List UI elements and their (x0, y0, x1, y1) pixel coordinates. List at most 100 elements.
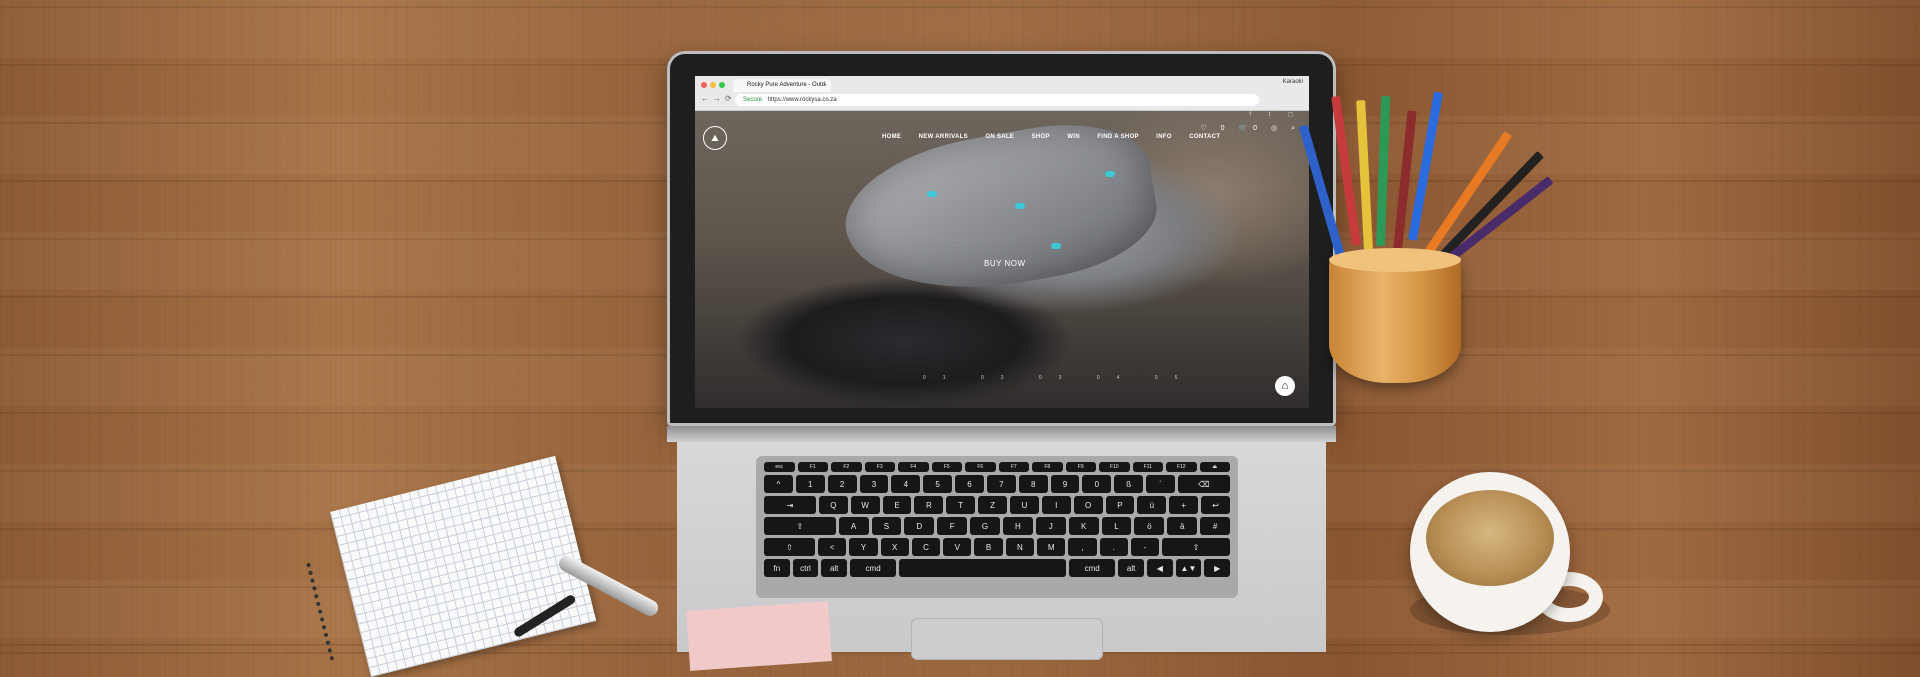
key[interactable]: ⇧ (1162, 538, 1231, 556)
address-bar[interactable]: Secure https://www.rockysa.co.za (735, 94, 1259, 106)
key[interactable]: S (871, 517, 902, 535)
key[interactable]: X (880, 538, 909, 556)
key[interactable]: Q (818, 496, 848, 514)
key[interactable]: 8 (1018, 475, 1048, 493)
browser-tab[interactable]: Rocky Pure Adventure - Outd × (733, 79, 831, 92)
buy-now-button[interactable]: BUY NOW (984, 259, 1026, 268)
trackpad[interactable] (911, 618, 1103, 660)
home-icon[interactable]: ⌂ (1275, 376, 1295, 396)
key[interactable]: , (1068, 538, 1097, 556)
key[interactable]: F6 (965, 462, 996, 472)
key[interactable]: ⇪ (764, 517, 836, 535)
key[interactable]: F11 (1132, 462, 1163, 472)
key[interactable]: alt (821, 559, 848, 577)
key[interactable]: F3 (864, 462, 895, 472)
key[interactable]: P (1105, 496, 1135, 514)
social-icons[interactable]: f t ◻ (1249, 111, 1301, 118)
key[interactable]: U (1010, 496, 1039, 514)
key[interactable]: esc (764, 462, 795, 472)
key[interactable]: . (1099, 538, 1128, 556)
key[interactable]: cmd (1069, 559, 1116, 577)
key[interactable]: ⇧ (764, 538, 815, 556)
key[interactable]: F10 (1099, 462, 1130, 472)
key[interactable]: fn (764, 559, 790, 577)
key[interactable]: I (1041, 496, 1071, 514)
nav-home[interactable]: HOME (882, 134, 901, 140)
key[interactable]: F12 (1166, 462, 1197, 472)
key[interactable]: 1 (795, 475, 825, 493)
key[interactable]: ä (1167, 517, 1198, 535)
key[interactable]: F (937, 517, 968, 535)
key[interactable]: V (943, 538, 972, 556)
key[interactable]: C (911, 538, 941, 556)
key[interactable]: ⏏ (1199, 462, 1230, 472)
minimize-window-icon[interactable] (710, 82, 716, 88)
key[interactable]: < (817, 538, 847, 556)
key[interactable]: G (970, 517, 1000, 535)
header-icons[interactable]: ♡ 0 🛒0 ◎ ⌕ (1200, 124, 1301, 133)
key[interactable]: ◀ (1146, 559, 1173, 577)
nav-contact[interactable]: CONTACT (1189, 134, 1220, 140)
key[interactable]: 4 (891, 475, 921, 493)
key[interactable]: F4 (898, 462, 929, 472)
key[interactable]: ⌫ (1177, 475, 1230, 493)
key[interactable]: A (838, 517, 869, 535)
key[interactable]: - (1130, 538, 1160, 556)
key[interactable]: + (1169, 496, 1199, 514)
key[interactable]: cmd (850, 559, 897, 577)
key[interactable]: ´ (1146, 475, 1175, 493)
key[interactable]: R (914, 496, 944, 514)
key[interactable]: 3 (859, 475, 889, 493)
key[interactable]: ü (1137, 496, 1167, 514)
slider-pagination[interactable]: 01 02 03 04 05 (923, 375, 1194, 381)
site-logo[interactable]: ⛰ (703, 126, 727, 150)
key[interactable]: F9 (1065, 462, 1096, 472)
key[interactable]: ß (1114, 475, 1144, 493)
key[interactable]: Y (849, 538, 878, 556)
key[interactable]: Z (978, 496, 1007, 514)
browser-nav-buttons[interactable]: ←→⟳ (701, 94, 736, 103)
nav-find-a-shop[interactable]: FIND A SHOP (1097, 134, 1139, 140)
key[interactable]: F1 (797, 462, 828, 472)
key[interactable]: 7 (986, 475, 1016, 493)
key[interactable]: F7 (998, 462, 1029, 472)
key[interactable]: ^ (764, 475, 793, 493)
key[interactable]: L (1101, 517, 1132, 535)
key[interactable]: B (974, 538, 1003, 556)
maximize-window-icon[interactable] (719, 82, 725, 88)
nav-shop[interactable]: SHOP (1032, 134, 1050, 140)
key[interactable]: F2 (831, 462, 862, 472)
tab-close-icon[interactable]: × (823, 79, 827, 92)
nav-info[interactable]: INFO (1156, 134, 1172, 140)
profile-name[interactable]: Karaoki (1283, 79, 1303, 85)
key[interactable]: F5 (931, 462, 962, 472)
key[interactable]: O (1073, 496, 1103, 514)
key[interactable]: ▲▼ (1175, 559, 1202, 577)
key[interactable]: D (904, 517, 935, 535)
key[interactable]: 9 (1050, 475, 1080, 493)
nav-new-arrivals[interactable]: NEW ARRIVALS (919, 134, 968, 140)
key[interactable]: M (1037, 538, 1066, 556)
key[interactable]: F8 (1032, 462, 1063, 472)
key[interactable]: 5 (923, 475, 953, 493)
key[interactable]: E (882, 496, 912, 514)
key[interactable]: 0 (1082, 475, 1112, 493)
key[interactable]: H (1002, 517, 1033, 535)
key[interactable]: ⇥ (764, 496, 816, 514)
space-key[interactable] (899, 559, 1067, 577)
key[interactable]: K (1068, 517, 1099, 535)
key[interactable]: ▶ (1204, 559, 1230, 577)
key[interactable]: 6 (955, 475, 984, 493)
key[interactable]: N (1005, 538, 1034, 556)
close-window-icon[interactable] (701, 82, 707, 88)
key[interactable]: # (1200, 517, 1230, 535)
key[interactable]: W (850, 496, 880, 514)
key[interactable]: alt (1118, 559, 1144, 577)
nav-win[interactable]: WIN (1067, 134, 1080, 140)
key[interactable]: 2 (827, 475, 857, 493)
key[interactable]: ö (1134, 517, 1165, 535)
key[interactable]: ctrl (792, 559, 819, 577)
key[interactable]: T (946, 496, 976, 514)
nav-on-sale[interactable]: ON SALE (985, 134, 1014, 140)
key[interactable]: ↩ (1201, 496, 1230, 514)
